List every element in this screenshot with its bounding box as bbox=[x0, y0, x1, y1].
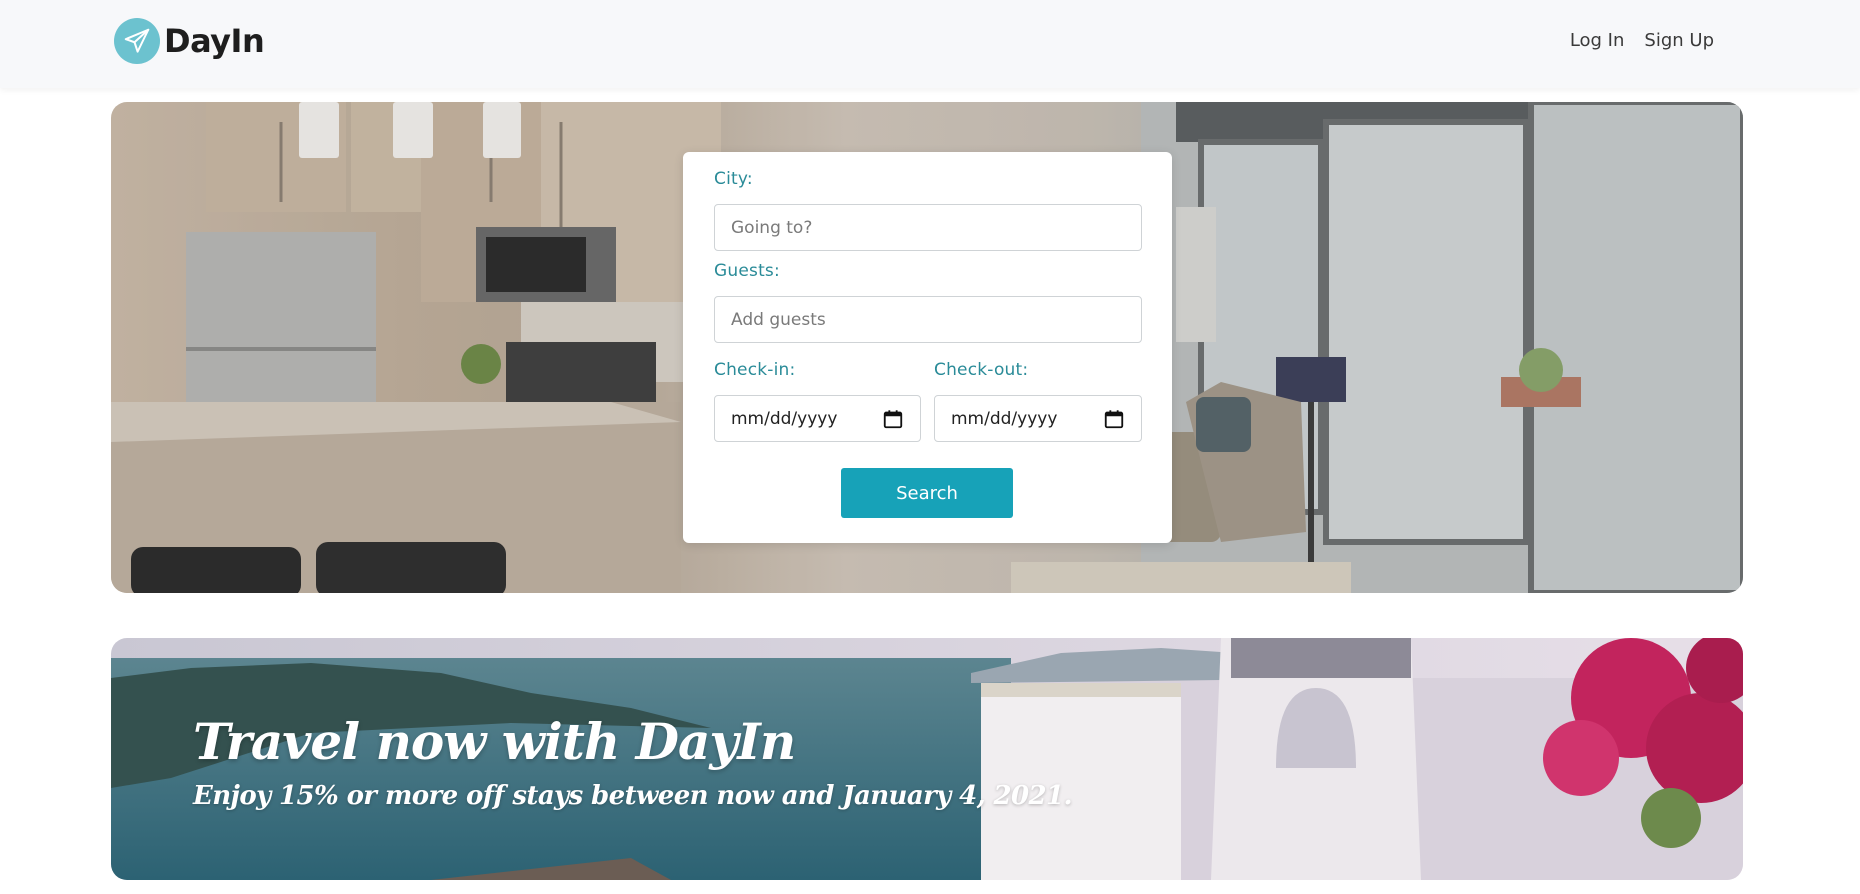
search-form: City: Guests: Check-in: mm/dd/yyyy Check… bbox=[683, 152, 1172, 543]
hero-banner: City: Guests: Check-in: mm/dd/yyyy Check… bbox=[111, 102, 1743, 593]
checkout-date-value: mm/dd/yyyy bbox=[951, 408, 1058, 429]
search-button[interactable]: Search bbox=[841, 468, 1013, 518]
promo-subtitle: Enjoy 15% or more off stays between now … bbox=[193, 781, 1073, 811]
checkin-label: Check-in: bbox=[714, 360, 796, 380]
promo-banner[interactable]: Travel now with DayIn Enjoy 15% or more … bbox=[111, 638, 1743, 880]
login-link[interactable]: Log In bbox=[1570, 30, 1625, 51]
guests-input[interactable] bbox=[714, 296, 1142, 343]
navbar: DayIn Log In Sign Up bbox=[0, 0, 1860, 88]
paper-plane-icon bbox=[114, 18, 160, 64]
checkin-date-input[interactable]: mm/dd/yyyy bbox=[714, 395, 921, 442]
guests-label: Guests: bbox=[714, 261, 780, 281]
calendar-icon[interactable] bbox=[1103, 408, 1125, 430]
checkout-label: Check-out: bbox=[934, 360, 1029, 380]
promo-title: Travel now with DayIn bbox=[193, 712, 796, 771]
calendar-icon[interactable] bbox=[882, 408, 904, 430]
nav-links: Log In Sign Up bbox=[1570, 30, 1714, 51]
checkout-date-input[interactable]: mm/dd/yyyy bbox=[934, 395, 1142, 442]
city-input[interactable] bbox=[714, 204, 1142, 251]
brand[interactable]: DayIn bbox=[114, 18, 265, 64]
checkin-date-value: mm/dd/yyyy bbox=[731, 408, 838, 429]
signup-link[interactable]: Sign Up bbox=[1644, 30, 1714, 51]
brand-name: DayIn bbox=[164, 22, 265, 60]
city-label: City: bbox=[714, 169, 753, 189]
